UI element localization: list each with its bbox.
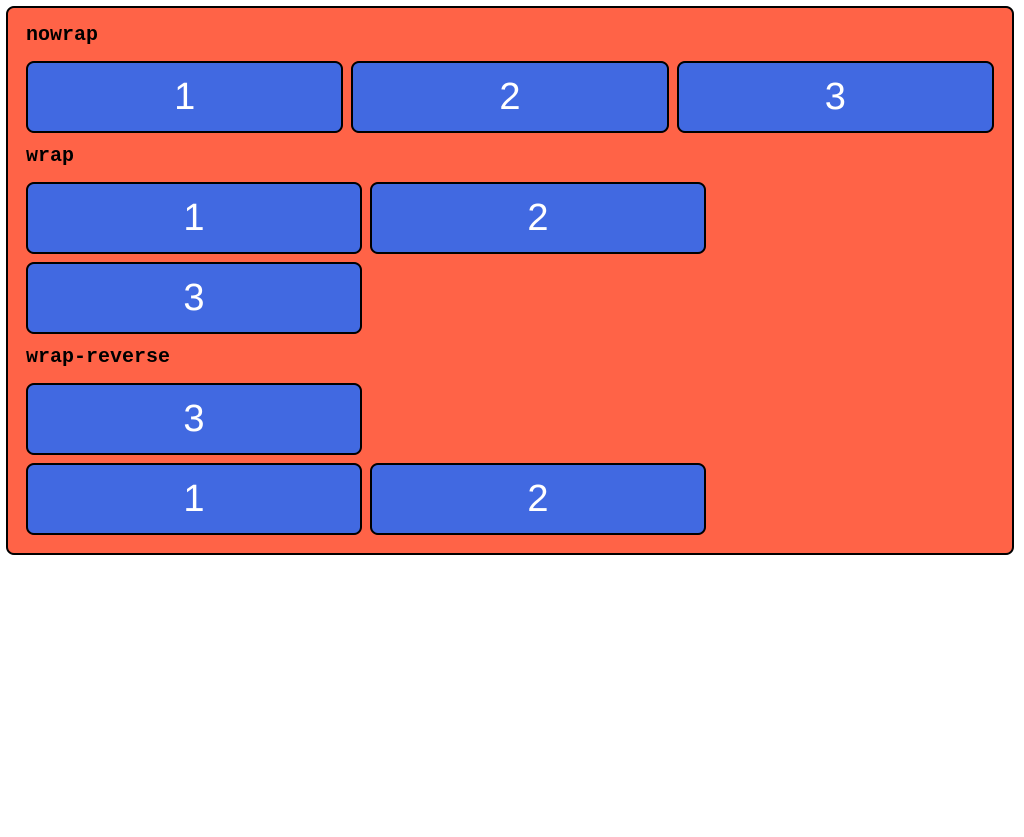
wrap-label: wrap bbox=[26, 145, 994, 168]
wrap-reverse-box: 3 bbox=[26, 383, 362, 455]
wrap-section: wrap 1 2 3 bbox=[26, 145, 994, 334]
flex-wrap-demo-container: nowrap 1 2 3 wrap 1 2 3 wrap-reverse 1 2… bbox=[6, 6, 1014, 555]
nowrap-box: 3 bbox=[677, 61, 994, 133]
wrap-row: 1 2 3 bbox=[26, 182, 706, 334]
wrap-reverse-label: wrap-reverse bbox=[26, 346, 994, 369]
wrap-reverse-section: wrap-reverse 1 2 3 bbox=[26, 346, 994, 535]
wrap-box: 2 bbox=[370, 182, 706, 254]
wrap-reverse-row: 1 2 3 bbox=[26, 383, 706, 535]
wrap-box: 1 bbox=[26, 182, 362, 254]
nowrap-label: nowrap bbox=[26, 24, 994, 47]
nowrap-box: 2 bbox=[351, 61, 668, 133]
nowrap-section: nowrap 1 2 3 bbox=[26, 24, 994, 133]
wrap-reverse-box: 2 bbox=[370, 463, 706, 535]
wrap-reverse-box: 1 bbox=[26, 463, 362, 535]
wrap-box: 3 bbox=[26, 262, 362, 334]
nowrap-box: 1 bbox=[26, 61, 343, 133]
nowrap-row: 1 2 3 bbox=[26, 61, 994, 133]
